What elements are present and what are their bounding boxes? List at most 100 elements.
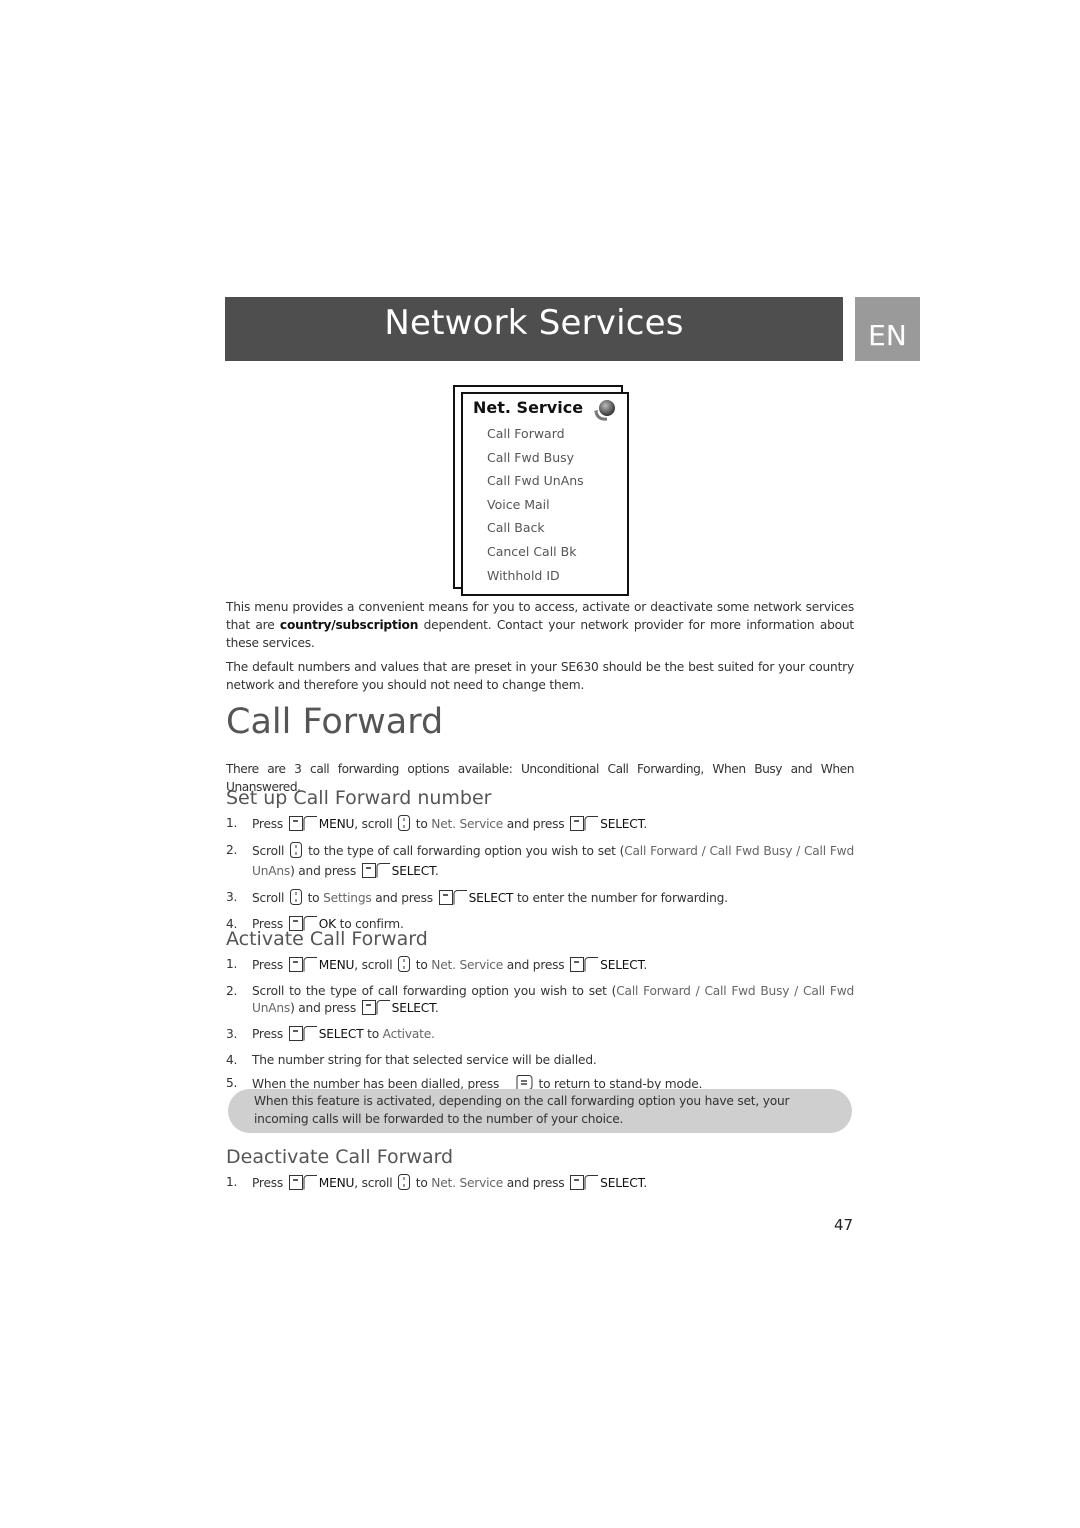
step-text: to (415, 958, 428, 972)
step-text: , scroll (354, 817, 393, 831)
scroll-key-icon (290, 842, 303, 863)
key-label: MENU (318, 817, 355, 831)
step-text: . (643, 1176, 648, 1190)
scroll-key-icon (289, 889, 302, 910)
step-text: Press (252, 958, 284, 972)
key-label: SELECT (600, 958, 644, 972)
activate-steps: 1. Press MENU, scroll to Net. Service and… (226, 956, 854, 1102)
step-number: 1. (226, 957, 238, 971)
step-text: to the type of call forwarding option yo… (308, 844, 625, 858)
heading-activate: Activate Call Forward (226, 928, 428, 950)
key-label: SELECT (468, 891, 514, 905)
step-text: and press (506, 958, 565, 972)
menu-reference: Settings (323, 891, 372, 905)
step-text: The number string for that selected serv… (252, 1053, 597, 1067)
language-tab: EN (855, 297, 920, 361)
section-title: Network Services (384, 303, 684, 343)
step-text: . (643, 958, 648, 972)
heading-deactivate: Deactivate Call Forward (226, 1146, 454, 1168)
step-number: 5. (226, 1076, 238, 1090)
deactivate-steps: 1. Press MENU, scroll to Net. Service and… (226, 1174, 854, 1201)
page-number: 47 (834, 1216, 854, 1234)
key-label: MENU (318, 1176, 355, 1190)
menu-title: Net. Service (473, 398, 584, 417)
menu-item-withhold-id: Withhold ID (487, 567, 560, 583)
menu-reference: Net. Service (431, 817, 504, 831)
left-softkey-icon (361, 1000, 390, 1020)
step-text: . (434, 1001, 439, 1015)
key-label: SELECT (391, 864, 435, 878)
menu-list: Call Forward Call Fwd Busy Call Fwd UnAn… (487, 424, 584, 589)
scroll-key-icon (398, 815, 411, 836)
setup-step-3: 3. Scroll to Settings and press SELECT to… (226, 889, 854, 910)
menu-reference: Net. Service (431, 1176, 504, 1190)
left-softkey-icon (288, 1175, 317, 1195)
menu-item-call-fwd-busy: Call Fwd Busy (487, 449, 575, 465)
left-softkey-icon (438, 890, 467, 910)
step-text: Scroll (252, 844, 285, 858)
step-text: to (415, 817, 428, 831)
step-number: 1. (226, 816, 238, 830)
step-text: Scroll to the type of call forwarding op… (252, 984, 617, 998)
setup-step-1: 1. Press MENU, scroll to Net. Service and… (226, 815, 854, 836)
left-softkey-icon (570, 816, 599, 836)
menu-reference: Activate (382, 1027, 432, 1041)
left-softkey-icon (570, 1175, 599, 1195)
globe-icon (594, 400, 615, 421)
info-note: When this feature is activated, dependin… (228, 1089, 852, 1133)
menu-item-call-forward: Call Forward (487, 426, 565, 441)
step-text: to (415, 1176, 428, 1190)
language-label: EN (868, 319, 907, 352)
left-softkey-icon (570, 957, 599, 977)
activate-step-3: 3. Press SELECT to Activate. (226, 1026, 854, 1046)
step-text: to enter the number for forwarding. (516, 891, 728, 905)
menu-item-voice-mail: Voice Mail (487, 496, 550, 512)
deactivate-step-1: 1. Press MENU, scroll to Net. Service and… (226, 1174, 854, 1195)
step-text: to (307, 891, 320, 905)
step-number: 1. (226, 1175, 238, 1189)
menu-item-call-fwd-unans: Call Fwd UnAns (487, 473, 584, 489)
activate-step-1: 1. Press MENU, scroll to Net. Service and… (226, 956, 854, 977)
step-text: and press (506, 1176, 565, 1190)
step-text: Press (252, 817, 284, 831)
intro-paragraph-2: The default numbers and values that are … (226, 660, 854, 692)
intro-bold-term: country/subscription (279, 618, 419, 632)
step-number: 3. (226, 1027, 238, 1041)
info-note-text: When this feature is activated, dependin… (254, 1094, 790, 1126)
activate-step-2: 2. Scroll to the type of call forwarding … (226, 983, 854, 1020)
step-text: , scroll (354, 958, 393, 972)
step-text: to (367, 1027, 379, 1041)
step-text: Scroll (252, 891, 285, 905)
scroll-key-icon (398, 956, 411, 977)
key-label: SELECT (600, 1176, 644, 1190)
setup-steps: 1. Press MENU, scroll to Net. Service and… (226, 815, 854, 942)
step-text: and press (375, 891, 433, 905)
intro-paragraph-1: This menu provides a convenient means fo… (226, 598, 854, 652)
menu-screen: Net. Service Call Forward Call Fwd Busy … (461, 392, 629, 596)
menu-reference: Net. Service (431, 958, 504, 972)
menu-item-call-back: Call Back (487, 520, 545, 536)
step-text: Press (252, 1027, 284, 1041)
menu-item-cancel-call-bk: Cancel Call Bk (487, 543, 577, 559)
activate-step-4: 4. The number string for that selected se… (226, 1052, 854, 1069)
step-text: and press (506, 817, 565, 831)
step-text: . (643, 817, 648, 831)
left-softkey-icon (288, 816, 317, 836)
step-number: 2. (226, 984, 238, 998)
heading-setup: Set up Call Forward number (226, 787, 492, 809)
step-number: 4. (226, 1053, 238, 1067)
section-banner: Network Services (225, 297, 843, 361)
step-number: 2. (226, 843, 238, 857)
step-text: Press (252, 1176, 284, 1190)
key-label: SELECT (318, 1027, 364, 1041)
key-label: SELECT (600, 817, 644, 831)
left-softkey-icon (361, 863, 390, 883)
step-text: . (434, 864, 439, 878)
step-text: ) and press (290, 1001, 356, 1015)
step-text: . (431, 1027, 435, 1041)
step-number: 3. (226, 890, 238, 904)
key-label: SELECT (391, 1001, 435, 1015)
setup-step-2: 2. Scroll to the type of call forwarding … (226, 842, 854, 883)
heading-call-forward: Call Forward (226, 702, 444, 742)
left-softkey-icon (288, 1026, 317, 1046)
